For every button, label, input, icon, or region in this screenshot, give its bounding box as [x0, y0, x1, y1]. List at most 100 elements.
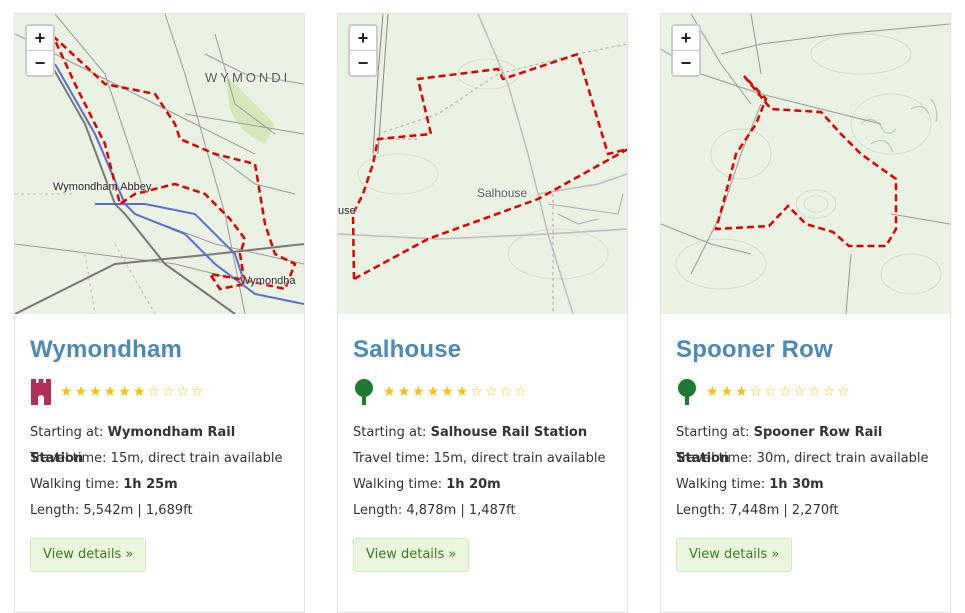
- map-tiles: [661, 14, 950, 314]
- map-label-abbey: Wymondham Abbey: [53, 181, 152, 193]
- star-empty-icon: ☆: [470, 384, 483, 400]
- starting-label: Starting at:: [676, 425, 750, 440]
- length-label: Length:: [30, 503, 80, 518]
- walk-card-salhouse: + − Salhouse use Salhouse ★ ★ ★ ★ ★ ★ ☆ ☆ ☆ ☆ Sta…: [337, 13, 628, 613]
- rating-row: ★ ★ ★ ★ ★ ★ ☆ ☆ ☆ ☆: [353, 378, 612, 406]
- walking-value: 1h 30m: [769, 477, 824, 492]
- travel-row: Travel time: 30m, direct train available: [676, 446, 935, 472]
- card-body: Spooner Row ★ ★ ★ ☆ ☆ ☆ ☆ ☆ ☆ ☆ Starting at: Spoo…: [661, 336, 950, 572]
- length-value: 5,542m | 1,689ft: [83, 503, 193, 518]
- route-map[interactable]: + − WYMONDI Wymondham Abbey Wymondha: [15, 14, 304, 314]
- map-tiles: [338, 14, 627, 314]
- zoom-control: + −: [348, 24, 378, 77]
- travel-label: Travel time:: [30, 451, 107, 466]
- star-filled-icon: ★: [412, 384, 425, 400]
- view-details-button[interactable]: View details »: [30, 538, 147, 572]
- star-filled-icon: ★: [441, 384, 454, 400]
- length-row: Length: 5,542m | 1,689ft: [30, 498, 289, 524]
- view-details-button[interactable]: View details »: [353, 538, 470, 572]
- travel-row: Travel time: 15m, direct train available: [30, 446, 289, 472]
- view-details-button[interactable]: View details »: [676, 538, 793, 572]
- tree-icon: [355, 379, 373, 405]
- star-empty-icon: ☆: [499, 384, 513, 400]
- walking-label: Walking time:: [30, 477, 120, 492]
- length-label: Length:: [353, 503, 403, 518]
- star-empty-icon: ☆: [764, 384, 777, 400]
- star-empty-icon: ☆: [837, 384, 850, 400]
- travel-label: Travel time:: [353, 451, 430, 466]
- starting-row: Starting at: Salhouse Rail Station: [353, 420, 612, 446]
- star-filled-icon: ★: [74, 384, 88, 400]
- route-map[interactable]: + −: [661, 14, 950, 314]
- walking-row: Walking time: 1h 20m: [353, 472, 612, 498]
- map-label-town: WYMONDI: [205, 70, 291, 85]
- starting-row: Starting at: Spooner Row Rail Station: [676, 420, 935, 466]
- zoom-control: + −: [25, 24, 55, 77]
- length-row: Length: 4,878m | 1,487ft: [353, 498, 612, 524]
- walk-card-wymondham: + − WYMONDI Wymondham Abbey Wymondha Wym…: [14, 13, 305, 613]
- star-empty-icon: ☆: [161, 384, 175, 400]
- starting-label: Starting at:: [30, 425, 104, 440]
- star-empty-icon: ☆: [807, 384, 821, 400]
- walking-row: Walking time: 1h 30m: [676, 472, 935, 498]
- zoom-in-button[interactable]: +: [350, 26, 376, 50]
- length-value: 4,878m | 1,487ft: [406, 503, 516, 518]
- route-map[interactable]: + − Salhouse use: [338, 14, 627, 314]
- star-empty-icon: ☆: [176, 384, 190, 400]
- starting-value: Salhouse Rail Station: [430, 425, 588, 440]
- map-label-edge: use: [338, 205, 356, 217]
- walking-label: Walking time:: [353, 477, 443, 492]
- walk-card-spooner-row: + − Spooner Row ★ ★ ★ ☆ ☆ ☆ ☆ ☆ ☆ ☆ Starting at: …: [660, 13, 951, 613]
- card-body: Wymondham ★ ★ ★ ★ ★ ★ ☆ ☆ ☆ ☆ Starting at: Wymond…: [15, 336, 304, 572]
- starting-row: Starting at: Wymondham Rail Station: [30, 420, 289, 466]
- map-label-station: Wymondha: [240, 275, 296, 287]
- star-empty-icon: ☆: [147, 384, 160, 400]
- travel-value: 15m, direct train available: [433, 451, 606, 466]
- zoom-out-button[interactable]: −: [673, 50, 699, 75]
- star-rating: ★ ★ ★ ☆ ☆ ☆ ☆ ☆ ☆ ☆: [706, 385, 850, 399]
- tree-icon: [678, 379, 696, 405]
- rating-row: ★ ★ ★ ★ ★ ★ ☆ ☆ ☆ ☆: [30, 378, 289, 406]
- walk-info: Starting at: Salhouse Rail Station Trave…: [353, 420, 612, 524]
- travel-value: 15m, direct train available: [110, 451, 283, 466]
- rating-row: ★ ★ ★ ☆ ☆ ☆ ☆ ☆ ☆ ☆: [676, 378, 935, 406]
- map-label-village: Salhouse: [477, 186, 528, 200]
- star-filled-icon: ★: [60, 384, 73, 400]
- walk-title[interactable]: Salhouse: [353, 336, 612, 364]
- walk-title[interactable]: Wymondham: [30, 336, 289, 364]
- zoom-out-button[interactable]: −: [27, 50, 53, 75]
- zoom-out-button[interactable]: −: [350, 50, 376, 75]
- length-value: 7,448m | 2,270ft: [729, 503, 839, 518]
- walk-title[interactable]: Spooner Row: [676, 336, 935, 364]
- star-filled-icon: ★: [720, 384, 734, 400]
- walking-row: Walking time: 1h 25m: [30, 472, 289, 498]
- travel-row: Travel time: 15m, direct train available: [353, 446, 612, 472]
- star-rating: ★ ★ ★ ★ ★ ★ ☆ ☆ ☆ ☆: [383, 385, 527, 399]
- travel-value: 30m, direct train available: [756, 451, 929, 466]
- length-label: Length:: [676, 503, 726, 518]
- travel-label: Travel time:: [676, 451, 753, 466]
- star-filled-icon: ★: [118, 384, 131, 400]
- star-empty-icon: ☆: [822, 384, 836, 400]
- star-rating: ★ ★ ★ ★ ★ ★ ☆ ☆ ☆ ☆: [60, 385, 204, 399]
- walking-value: 1h 25m: [123, 477, 178, 492]
- star-filled-icon: ★: [89, 384, 102, 400]
- star-empty-icon: ☆: [749, 384, 763, 400]
- star-empty-icon: ☆: [793, 384, 806, 400]
- zoom-in-button[interactable]: +: [673, 26, 699, 50]
- star-filled-icon: ★: [455, 384, 469, 400]
- star-filled-icon: ★: [383, 384, 396, 400]
- walk-info: Starting at: Wymondham Rail Station Trav…: [30, 420, 289, 524]
- walking-label: Walking time:: [676, 477, 766, 492]
- zoom-control: + −: [671, 24, 701, 77]
- walking-value: 1h 20m: [446, 477, 501, 492]
- star-filled-icon: ★: [735, 384, 748, 400]
- walk-info: Starting at: Spooner Row Rail Station Tr…: [676, 420, 935, 524]
- zoom-in-button[interactable]: +: [27, 26, 53, 50]
- star-filled-icon: ★: [397, 384, 411, 400]
- map-tiles: [15, 14, 304, 314]
- starting-label: Starting at:: [353, 425, 427, 440]
- card-body: Salhouse ★ ★ ★ ★ ★ ★ ☆ ☆ ☆ ☆ Starting at: Salhous…: [338, 336, 627, 572]
- star-filled-icon: ★: [103, 384, 117, 400]
- star-empty-icon: ☆: [191, 384, 204, 400]
